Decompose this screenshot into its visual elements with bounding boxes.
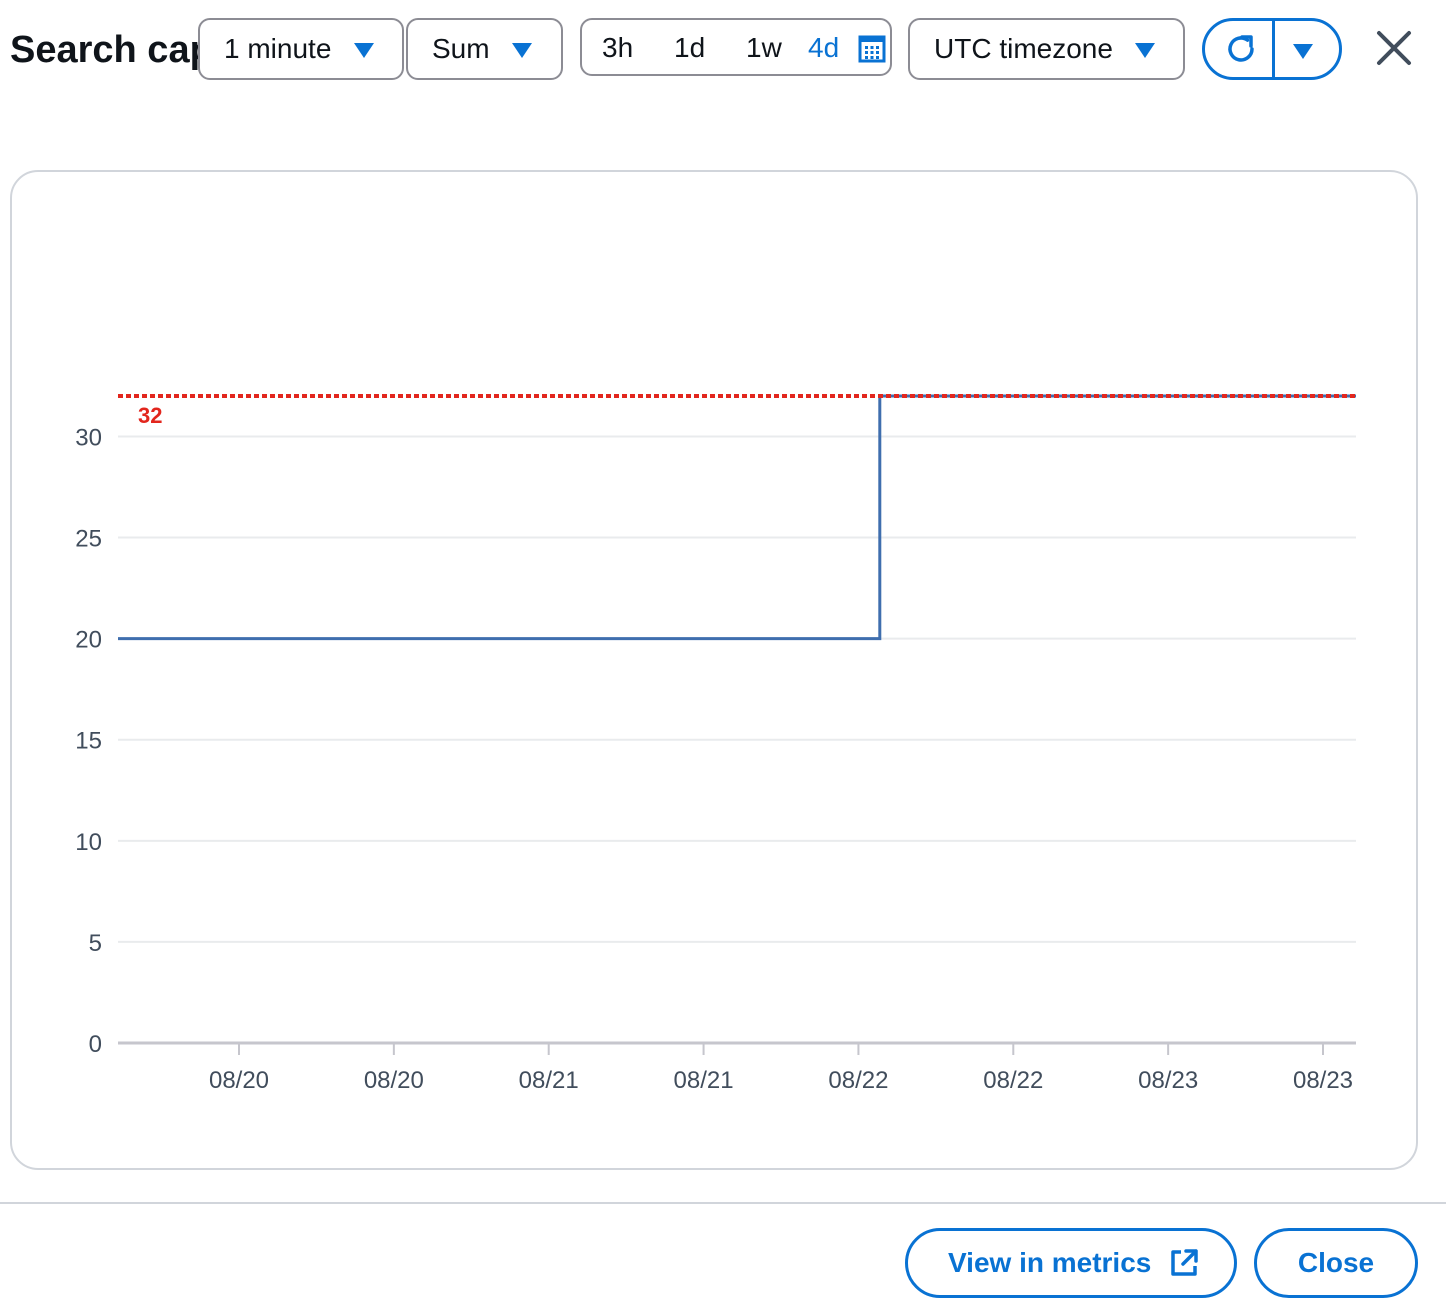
y-tick-label: 15 [75, 728, 102, 755]
x-tick-label: 08/20 [209, 1067, 269, 1094]
x-tick-label: 08/22 [983, 1067, 1043, 1094]
y-tick-label: 5 [89, 930, 102, 957]
view-in-metrics-button[interactable]: View in metrics [905, 1228, 1237, 1298]
x-tick-label: 08/22 [828, 1067, 888, 1094]
view-in-metrics-label: View in metrics [948, 1247, 1152, 1278]
metric-chart: 0 5 10 15 20 25 30 08/20 08/20 08/21 08/21 08/22 08/… [75, 394, 1356, 1094]
y-tick-label: 10 [75, 829, 102, 856]
threshold-label: 32 [138, 403, 162, 428]
x-tick-label: 08/21 [519, 1067, 579, 1094]
x-tick-label: 08/23 [1293, 1067, 1353, 1094]
close-button-label: Close [1297, 1247, 1375, 1278]
footer-divider [0, 1202, 1446, 1204]
x-tick-label: 08/21 [674, 1067, 734, 1094]
x-tick-label: 08/20 [364, 1067, 424, 1094]
y-tick-label: 25 [75, 526, 102, 553]
series-line [118, 394, 1356, 641]
close-button[interactable]: Close [1254, 1228, 1418, 1298]
y-tick-label: 20 [75, 627, 102, 654]
y-tick-label: 0 [89, 1031, 102, 1058]
external-link-icon [1171, 1249, 1199, 1276]
y-tick-label: 30 [75, 424, 102, 451]
x-tick-label: 08/23 [1138, 1067, 1198, 1094]
